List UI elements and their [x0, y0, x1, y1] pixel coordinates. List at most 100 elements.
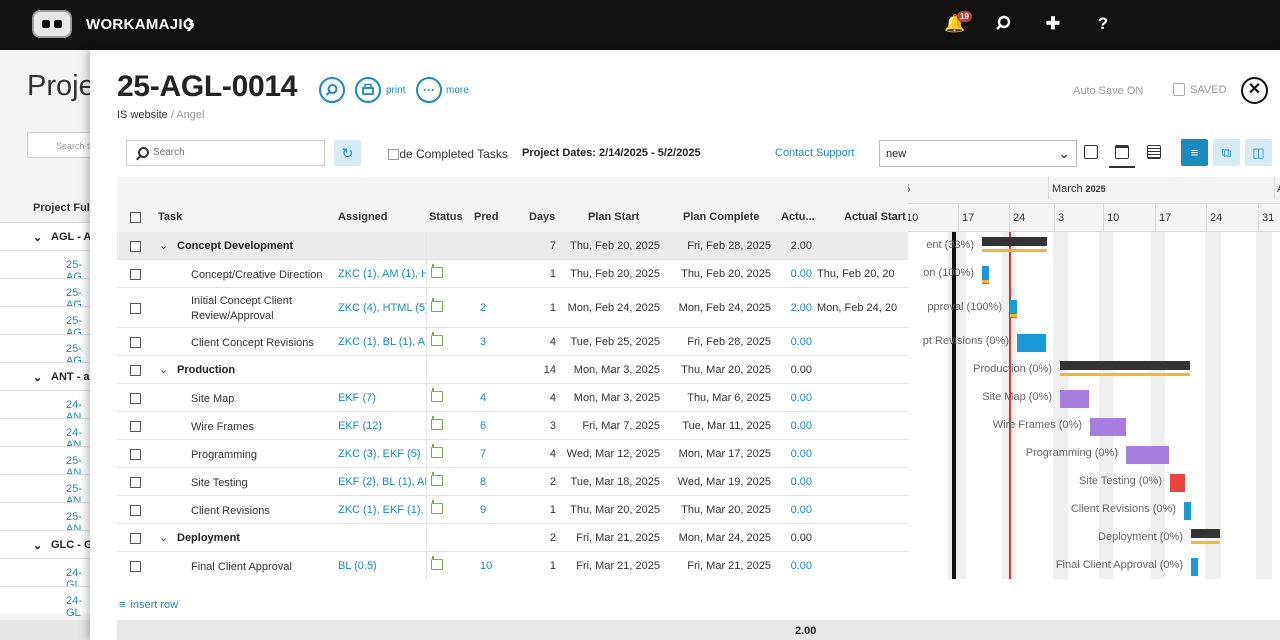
task-row[interactable]: Final Client Approval BL (0.5) 10 1 Fri, Mar…: [117, 552, 908, 579]
workamajig-logo-icon[interactable]: [32, 10, 72, 38]
assigned-resources[interactable]: ZKC (1), AM (1), H: [338, 268, 426, 280]
background-group-row[interactable]: ⌄ GLC - G: [0, 530, 95, 558]
plan-complete[interactable]: Tue, Mar 11, 2025: [665, 420, 771, 432]
plan-start[interactable]: Mon, Feb 24, 2025: [557, 302, 660, 314]
actual-hours[interactable]: 0.00: [777, 532, 812, 544]
task-group-row[interactable]: ⌄ Concept Development 7 Thu, Feb 20, 2025 Fr…: [117, 232, 908, 260]
actual-hours[interactable]: 2.00: [777, 240, 812, 252]
background-project-row[interactable]: 25-AN: [0, 474, 95, 507]
search-button[interactable]: [319, 77, 345, 103]
actual-hours[interactable]: 0.00: [777, 476, 812, 488]
background-project-row[interactable]: 25-AG: [0, 334, 95, 367]
plan-complete[interactable]: Thu, Mar 6, 2025: [665, 392, 771, 404]
chevron-down-icon[interactable]: ⌄: [159, 531, 168, 544]
chevron-down-icon[interactable]: ❯: [185, 16, 196, 32]
predecessor[interactable]: 6: [480, 420, 486, 432]
row-checkbox[interactable]: [130, 241, 141, 252]
row-checkbox[interactable]: [130, 365, 141, 376]
help-icon[interactable]: ?: [1092, 14, 1114, 36]
plan-start[interactable]: Thu, Feb 20, 2025: [557, 240, 660, 252]
task-name[interactable]: Final Client Approval: [191, 560, 292, 575]
chevron-down-icon[interactable]: ⌄: [159, 363, 168, 376]
task-row[interactable]: Client Concept Revisions ZKC (1), BL (1),…: [117, 328, 908, 356]
predecessor[interactable]: 2: [480, 302, 486, 314]
plan-complete[interactable]: Fri, Feb 28, 2025: [665, 240, 771, 252]
predecessor[interactable]: 4: [480, 392, 486, 404]
task-name[interactable]: Initial Concept Client Review/Approval: [191, 294, 292, 324]
header-pred[interactable]: Pred: [474, 211, 498, 223]
assigned-resources[interactable]: ZKC (4), HTML (5): [338, 302, 426, 314]
chevron-down-icon[interactable]: ⌄: [33, 371, 42, 384]
gantt-group-bar[interactable]: [982, 237, 1047, 246]
plan-start[interactable]: Mon, Mar 3, 2025: [557, 364, 660, 376]
task-row[interactable]: Concept/Creative Direction ZKC (1), AM (1…: [117, 260, 908, 288]
gantt-task-bar[interactable]: [1090, 418, 1126, 436]
duration-days[interactable]: 4: [537, 448, 556, 460]
task-name[interactable]: Site Map: [191, 392, 234, 407]
task-group-name[interactable]: Production: [177, 364, 235, 376]
refresh-button[interactable]: ↻: [334, 140, 361, 166]
assigned-resources[interactable]: ZKC (1), EKF (1), E: [338, 504, 426, 516]
gantt-task-bar[interactable]: [1126, 446, 1169, 464]
header-actual-start[interactable]: Actual Start: [844, 211, 906, 223]
side-panel-toggle[interactable]: ◫: [1245, 139, 1272, 166]
header-status[interactable]: Status: [429, 211, 463, 223]
plan-complete[interactable]: Wed, Mar 19, 2025: [665, 476, 771, 488]
actual-hours[interactable]: 2.00: [777, 302, 812, 314]
task-group-name[interactable]: Concept Development: [177, 240, 293, 252]
plan-start[interactable]: Fri, Mar 7, 2025: [557, 420, 660, 432]
calendar-icon[interactable]: [431, 332, 443, 346]
more-label[interactable]: more: [446, 85, 469, 96]
actual-hours[interactable]: 0.00: [777, 268, 812, 280]
task-row[interactable]: Initial Concept Client Review/Approval ZKC…: [117, 288, 908, 328]
calendar-icon[interactable]: [431, 298, 443, 312]
background-project-row[interactable]: 25-AN: [0, 502, 95, 535]
duration-days[interactable]: 3: [537, 420, 556, 432]
insert-row-button[interactable]: ≡ insert row: [119, 599, 178, 611]
row-checkbox[interactable]: [130, 505, 141, 516]
row-checkbox[interactable]: [130, 337, 141, 348]
duration-days[interactable]: 4: [537, 392, 556, 404]
task-row[interactable]: Programming ZKC (3), EKF (5) 7 4 Wed, Mar 12…: [117, 440, 908, 468]
background-group-row[interactable]: ⌄ ANT - a: [0, 362, 95, 390]
row-checkbox[interactable]: [130, 533, 141, 544]
plan-complete[interactable]: Fri, Feb 28, 2025: [665, 336, 771, 348]
task-name[interactable]: Concept/Creative Direction: [191, 268, 322, 283]
actual-start[interactable]: Thu, Feb 20, 20: [817, 268, 908, 280]
task-name[interactable]: Programming: [191, 448, 257, 463]
actual-hours[interactable]: 0.00: [777, 448, 812, 460]
actual-hours[interactable]: 0.00: [777, 392, 812, 404]
select-all-checkbox[interactable]: [130, 212, 141, 223]
gantt-tasks-toggle[interactable]: ≡: [1181, 139, 1208, 166]
assigned-resources[interactable]: ZKC (1), BL (1), AI: [338, 336, 426, 348]
grid-only-view-icon[interactable]: [1084, 145, 1098, 159]
predecessor[interactable]: 3: [480, 336, 486, 348]
task-search-box[interactable]: [126, 140, 325, 166]
task-group-row[interactable]: ⌄ Deployment 2 Fri, Mar 21, 2025 Mon, Mar 24…: [117, 524, 908, 552]
plan-start[interactable]: Tue, Feb 25, 2025: [557, 336, 661, 348]
plus-icon[interactable]: ✚: [1042, 14, 1064, 36]
column-header-project-full[interactable]: Project Ful: [33, 202, 90, 214]
plan-complete[interactable]: Mon, Mar 17, 2025: [665, 448, 771, 460]
print-button[interactable]: [355, 77, 381, 103]
background-project-row[interactable]: 24-GL: [0, 586, 95, 619]
chevron-down-icon[interactable]: ⌄: [33, 231, 42, 244]
header-plan-start[interactable]: Plan Start: [588, 211, 639, 223]
chevron-down-icon[interactable]: ⌄: [33, 539, 42, 552]
projects-search-input[interactable]: Search t: [27, 132, 95, 158]
print-label[interactable]: print: [386, 85, 405, 96]
predecessor[interactable]: 7: [480, 448, 486, 460]
search-icon[interactable]: [993, 14, 1015, 36]
chevron-down-icon[interactable]: ⌄: [159, 239, 168, 252]
app-brand-name[interactable]: WORKAMAJIG: [86, 16, 195, 33]
duration-days[interactable]: 1: [537, 560, 556, 572]
gantt-task-bar[interactable]: [1060, 390, 1089, 408]
header-assigned[interactable]: Assigned: [338, 211, 388, 223]
gantt-group-bar[interactable]: [1191, 529, 1220, 538]
header-actual-hours[interactable]: Actu...: [781, 211, 815, 223]
task-group-row[interactable]: ⌄ Production 14 Mon, Mar 3, 2025 Thu, Mar 20…: [117, 356, 908, 384]
task-row[interactable]: Wire Frames EKF (12) 6 3 Fri, Mar 7, 2025 Tue…: [117, 412, 908, 440]
row-checkbox[interactable]: [130, 561, 141, 572]
plan-start[interactable]: Tue, Mar 18, 2025: [557, 476, 660, 488]
plan-start[interactable]: Mon, Mar 3, 2025: [557, 392, 660, 404]
